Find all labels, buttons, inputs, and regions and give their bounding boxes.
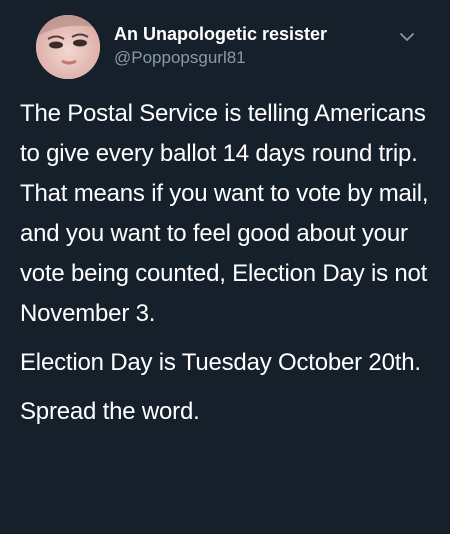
tweet: An Unapologetic resister @Poppopsgurl81 …	[0, 0, 450, 534]
tweet-text: The Postal Service is telling Americans …	[20, 94, 440, 432]
tweet-paragraph: The Postal Service is telling Americans …	[20, 100, 429, 327]
chevron-down-icon[interactable]	[398, 28, 416, 46]
avatar-image	[36, 15, 100, 79]
tweet-paragraph: Spread the word.	[20, 398, 200, 425]
tweet-paragraph: Election Day is Tuesday October 20th.	[20, 349, 421, 376]
user-handle[interactable]: @Poppopsgurl81	[114, 47, 327, 69]
avatar[interactable]	[36, 15, 100, 79]
display-name[interactable]: An Unapologetic resister	[114, 22, 327, 46]
tweet-header: An Unapologetic resister @Poppopsgurl81	[18, 12, 432, 84]
author-block: An Unapologetic resister @Poppopsgurl81	[114, 22, 327, 69]
